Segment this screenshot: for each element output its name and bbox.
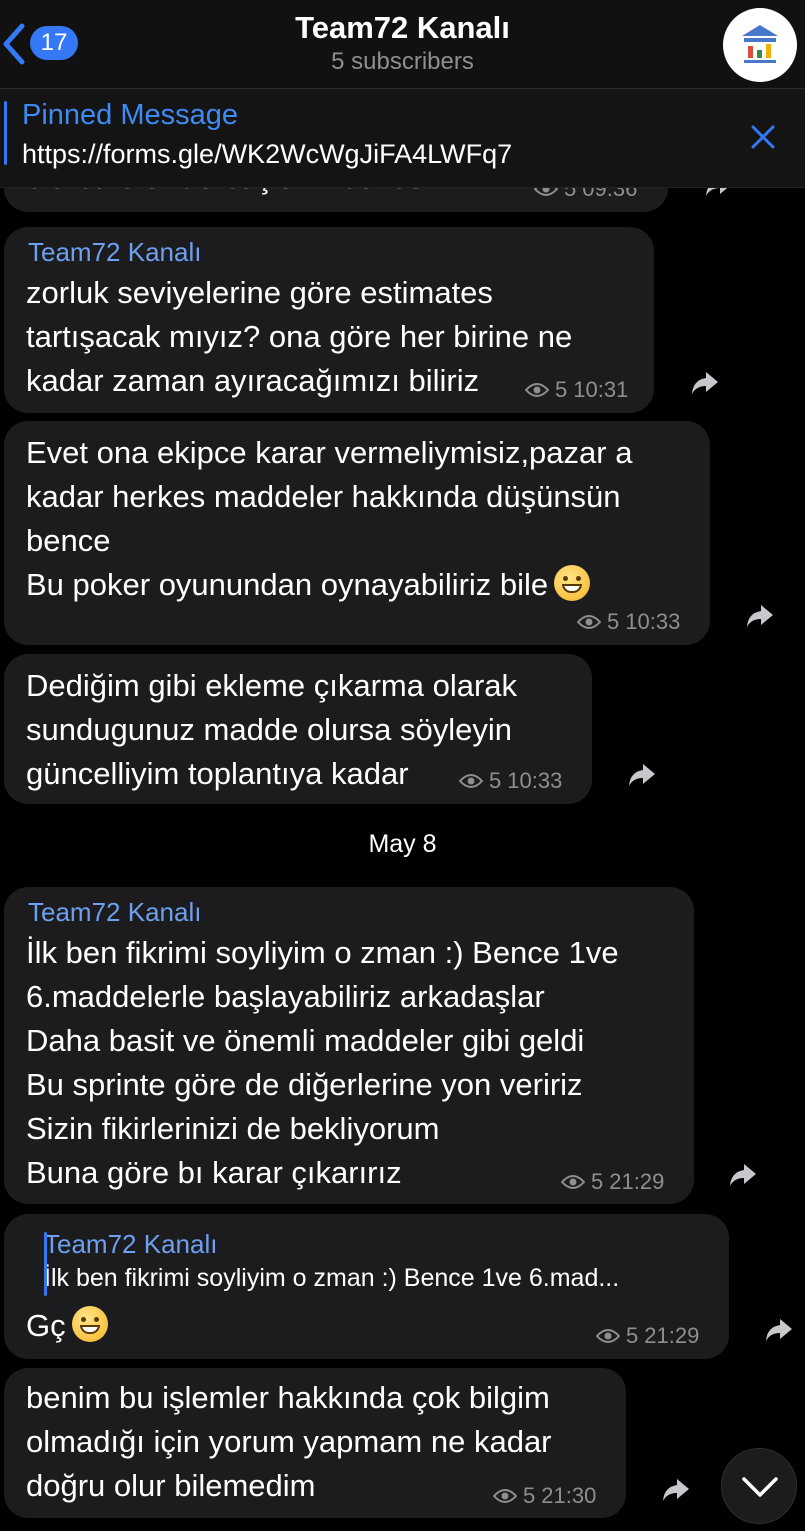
message-bubble[interactable]: Evet ona ekipce karar vermeliymisiz,paza… <box>4 421 710 645</box>
channel-title[interactable]: Team72 Kanalı <box>0 10 805 46</box>
grinning-sweat-emoji-icon <box>71 1306 108 1342</box>
close-pinned-icon[interactable] <box>750 124 776 150</box>
message-meta: 5 21:29 <box>561 1169 664 1195</box>
message-bubble[interactable]: Team72 Kanalı İlk ben fikrimi soyliyim o… <box>4 1214 729 1359</box>
message-text: Dediğim gibi ekleme çıkarma olarak sundu… <box>26 668 518 791</box>
message-text: İlk ben fikrimi soyliyim o zman :) Bence… <box>26 935 619 1190</box>
message-meta: 5 10:31 <box>525 377 628 403</box>
scroll-down-button[interactable] <box>721 1448 797 1524</box>
message-text: zorluk seviyelerine göre estimates tartı… <box>26 275 573 398</box>
pinned-message-bar[interactable]: Pinned Message https://forms.gle/WK2WcWg… <box>0 89 805 188</box>
message-text: Evet ona ekipce karar vermeliymisiz,paza… <box>26 431 632 607</box>
share-icon[interactable] <box>627 762 657 788</box>
eye-icon <box>561 1175 585 1189</box>
view-count: 5 <box>626 1323 639 1348</box>
view-count: 5 <box>489 768 502 793</box>
eye-icon <box>577 615 601 629</box>
reply-accent-bar <box>44 1232 47 1296</box>
message-text-body: Evet ona ekipce karar vermeliymisiz,paza… <box>26 435 633 602</box>
timestamp: 21:29 <box>609 1169 665 1194</box>
eye-icon <box>596 1329 620 1343</box>
timestamp: 21:30 <box>541 1483 597 1508</box>
building-icon <box>742 25 778 63</box>
message-sender[interactable]: Team72 Kanalı <box>28 237 201 268</box>
share-icon[interactable] <box>728 1162 758 1188</box>
eye-icon <box>493 1489 517 1503</box>
message-text-body: Gç <box>26 1308 66 1343</box>
message-bubble[interactable]: benim bu işlemler hakkında çok bilgim ol… <box>4 1368 626 1518</box>
message-bubble[interactable]: Team72 Kanalı İlk ben fikrimi soyliyim o… <box>4 887 694 1204</box>
message-text: benim bu işlemler hakkında çok bilgim ol… <box>26 1380 552 1503</box>
message-bubble[interactable]: Team72 Kanalı zorluk seviyelerine göre e… <box>4 227 654 413</box>
eye-icon <box>459 774 483 788</box>
share-icon[interactable] <box>690 370 720 396</box>
subscriber-count: 5 subscribers <box>331 48 474 75</box>
timestamp: 21:29 <box>644 1323 700 1348</box>
timestamp: 10:33 <box>625 609 681 634</box>
view-count: 5 <box>591 1169 604 1194</box>
share-icon[interactable] <box>745 603 775 629</box>
pinned-text[interactable]: https://forms.gle/WK2WcWgJiFA4LWFq7 <box>22 139 512 170</box>
date-separator: May 8 <box>368 830 437 858</box>
channel-avatar[interactable] <box>723 8 797 82</box>
pinned-label: Pinned Message <box>22 99 239 131</box>
message-meta: 5 10:33 <box>459 768 562 794</box>
message-text: Gç <box>26 1304 108 1348</box>
reply-quote-text[interactable]: İlk ben fikrimi soyliyim o zman :) Bence… <box>44 1260 619 1296</box>
view-count: 5 <box>607 609 620 634</box>
pinned-accent-bar <box>4 101 7 165</box>
timestamp: 10:33 <box>507 768 563 793</box>
view-count: 5 <box>523 1483 536 1508</box>
message-sender[interactable]: Team72 Kanalı <box>28 897 201 928</box>
eye-icon <box>525 383 549 397</box>
share-icon[interactable] <box>661 1477 691 1503</box>
message-meta: 5 10:33 <box>577 609 680 635</box>
chevron-down-icon <box>742 1477 778 1497</box>
message-bubble[interactable]: Dediğim gibi ekleme çıkarma olarak sundu… <box>4 654 592 804</box>
chat-header: 17 Team72 Kanalı 5 subscribers <box>0 0 805 89</box>
timestamp: 10:31 <box>573 377 629 402</box>
grinning-sweat-emoji-icon <box>554 565 591 601</box>
message-meta: 5 21:29 <box>596 1323 699 1349</box>
view-count: 5 <box>555 377 568 402</box>
message-meta: 5 21:30 <box>493 1483 596 1509</box>
reply-sender[interactable]: Team72 Kanalı <box>44 1229 217 1260</box>
share-icon[interactable] <box>764 1317 794 1343</box>
